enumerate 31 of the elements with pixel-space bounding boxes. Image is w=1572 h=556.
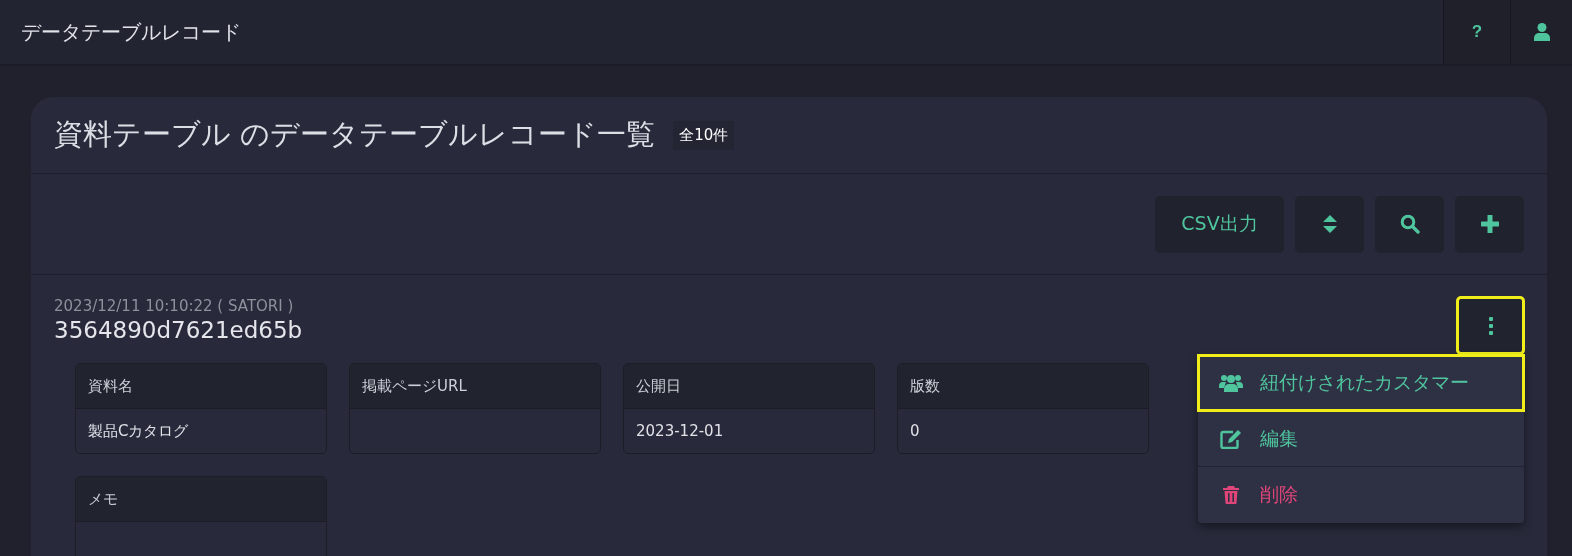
csv-export-button[interactable]: CSV出力 [1155, 195, 1284, 253]
search-icon [1399, 214, 1420, 234]
menu-item[interactable]: 紐付けされたカスタマー [1198, 355, 1524, 411]
more-icon [1487, 316, 1494, 335]
add-button[interactable] [1455, 195, 1524, 253]
field-value: 0 [909, 421, 921, 442]
menu-item[interactable]: 編集 [1198, 411, 1524, 467]
card-title: 資料テーブル のデータテーブルレコード一覧 [54, 116, 656, 153]
field-label: 掲載ページURL [350, 364, 600, 409]
record-timestamp: 2023/12/11 10:10:22 ( SATORI ) [54, 297, 294, 315]
edit-icon [1220, 428, 1242, 449]
menu-item[interactable]: 削除 [1198, 467, 1524, 523]
field-label: メモ [76, 477, 326, 522]
page-title: データテーブルレコード [21, 18, 241, 46]
sort-button[interactable] [1295, 195, 1364, 253]
more-menu-button[interactable] [1457, 297, 1524, 354]
sort-icon [1322, 215, 1337, 233]
add-icon [1480, 215, 1499, 233]
user-button[interactable] [1510, 0, 1572, 64]
trash-icon [1223, 486, 1239, 504]
record-count: 全10件 [673, 120, 735, 150]
field-value: 製品Cカタログ [87, 420, 190, 442]
field-label: 公開日 [624, 364, 874, 409]
field-label: 版数 [898, 364, 1148, 409]
search-button[interactable] [1375, 195, 1444, 253]
users-icon [1219, 373, 1243, 392]
user-icon [1533, 23, 1550, 41]
record-id: 3564890d7621ed65b [54, 317, 303, 343]
field-value: 2023-12-01 [635, 421, 725, 442]
field-label: 資料名 [76, 364, 326, 409]
help-button[interactable]: ? [1443, 0, 1510, 64]
